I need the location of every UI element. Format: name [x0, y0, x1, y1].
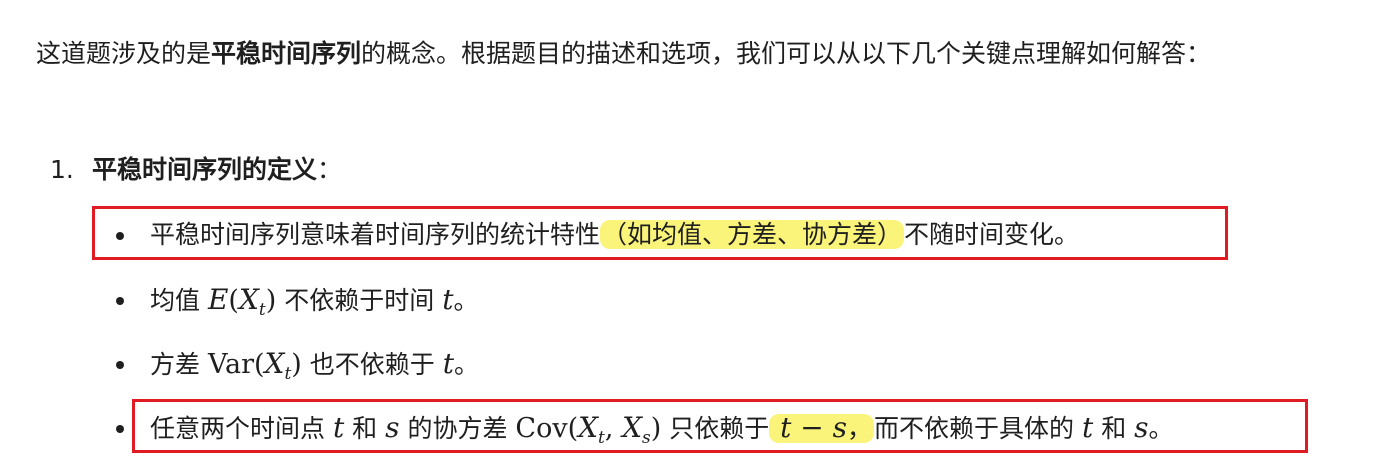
bullet-text-end: 。 — [453, 286, 479, 315]
list-number: 1. — [50, 155, 74, 184]
math-subscript: t — [258, 300, 266, 320]
math-mean-fn: E — [207, 283, 229, 316]
math-var-fn: Var( — [207, 349, 265, 380]
red-annotation-box — [92, 206, 1228, 260]
math-var-x: X — [264, 347, 285, 380]
math-close-paren: ) — [265, 285, 277, 316]
bullet-dot-icon — [116, 361, 124, 369]
bullet-text-end: 。 — [454, 350, 480, 379]
math-var-x: X — [238, 283, 259, 316]
math-t: t — [442, 347, 455, 380]
list-item-1-heading: 1. 平稳时间序列的定义： — [50, 146, 342, 194]
bullet-text-pre: 均值 — [150, 286, 208, 315]
math-open-paren: ( — [228, 285, 239, 316]
intro-bold-term: 平稳时间序列 — [211, 39, 362, 68]
intro-post: 的概念。根据题目的描述和选项，我们可以从以下几个关键点理解如何解答： — [361, 39, 1212, 68]
bullet-dot-icon — [116, 297, 124, 305]
bullet-text: 方差 Var(Xt) 也不依赖于 t。 — [150, 340, 479, 398]
bullet-text-mid: 不依赖于时间 — [276, 286, 443, 315]
red-annotation-box — [132, 399, 1308, 453]
bullet-text-pre: 方差 — [150, 350, 208, 379]
bullet-dot-icon — [116, 425, 124, 433]
intro-pre: 这道题涉及的是 — [36, 39, 212, 68]
math-close-paren: ) — [291, 349, 302, 380]
bullet-text-mid: 也不依赖于 — [301, 350, 443, 379]
list-item-title: 平稳时间序列的定义 — [92, 155, 318, 184]
bullet-text: 均值 E(Xt) 不依赖于时间 t。 — [150, 276, 478, 334]
math-t: t — [442, 283, 454, 316]
intro-paragraph: 这道题涉及的是平稳时间序列的概念。根据题目的描述和选项，我们可以从以下几个关键点… — [36, 30, 1336, 78]
list-item-colon: ： — [317, 155, 343, 184]
